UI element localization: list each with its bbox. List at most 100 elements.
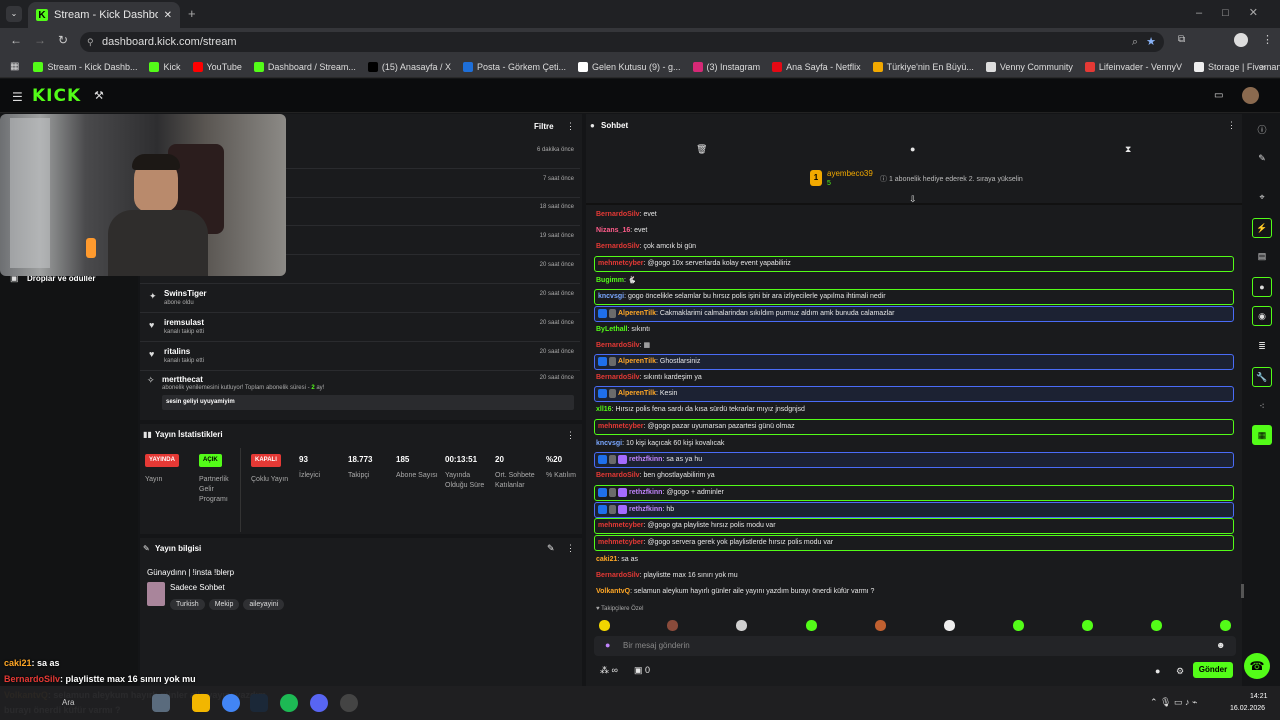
clock-time[interactable]: 14:21 [1250, 693, 1268, 700]
chat-username[interactable]: BernardoSilv [596, 211, 640, 218]
forward-icon[interactable]: → [34, 33, 46, 47]
tab-search-button[interactable]: ⌄ [6, 6, 22, 22]
category-name[interactable]: Sadece Sohbet [170, 583, 225, 592]
chat-settings-icon[interactable]: ⚙ [1176, 666, 1184, 677]
chat-username[interactable]: BernardoSilv [596, 374, 640, 381]
kick-logo[interactable]: KICK [32, 86, 81, 106]
chat-username[interactable]: kncvsgi [596, 440, 622, 447]
bookmark-item[interactable]: Lifeinvader - VennyV [1084, 61, 1182, 72]
quick-emote-icon[interactable] [1220, 620, 1231, 631]
stream-info-menu-icon[interactable]: ⋮ [566, 543, 575, 554]
quick-emote-icon[interactable] [599, 620, 610, 631]
hammer-icon[interactable]: ⚒ [94, 89, 104, 102]
bolt-icon[interactable]: ⚡ [1252, 218, 1272, 238]
bookmark-item[interactable]: Gelen Kutusu (9) - g... [578, 61, 681, 72]
tag-pill[interactable]: aileyayini [243, 599, 285, 610]
chat-username[interactable]: kncvsgi [598, 293, 624, 300]
chat-username[interactable]: caki21 [596, 556, 617, 563]
browser-menu-icon[interactable]: ⋮ [1262, 33, 1273, 46]
nodes-icon[interactable]: ⁖ [1252, 396, 1272, 416]
zoom-icon[interactable]: ⌕ [1132, 32, 1138, 52]
chat-username[interactable]: rethzfkinn [629, 489, 662, 496]
chat-username[interactable]: ByLethall [596, 326, 628, 333]
spotify-icon[interactable] [280, 694, 298, 712]
chat-settings-bubble-icon[interactable]: ● [910, 144, 915, 154]
bookmark-item[interactable]: Stream - Kick Dashb... [33, 61, 137, 72]
chat-username[interactable]: VolkantvQ [596, 588, 630, 595]
edit-stream-icon[interactable]: ✎ [547, 543, 555, 554]
bookmark-item[interactable]: Storage | Fivemanage [1193, 61, 1280, 72]
activity-username[interactable]: iremsulast [164, 318, 204, 327]
bookmark-item[interactable]: Kick [149, 61, 181, 72]
tool-icon[interactable]: 🔧 [1252, 367, 1272, 387]
quick-emote-icon[interactable] [944, 620, 955, 631]
bookmark-item[interactable]: Ana Sayfa - Netflix [772, 61, 861, 72]
reload-icon[interactable]: ↻ [58, 33, 68, 47]
send-button[interactable]: Gönder [1193, 662, 1233, 678]
chat-username[interactable]: mehmetcyber [598, 522, 644, 529]
bookmark-item[interactable]: Posta - Görkem Çeti... [462, 61, 566, 72]
bookmark-item[interactable]: (3) Instagram [692, 61, 760, 72]
address-bar[interactable]: ⚲ dashboard.kick.com/stream ⌕ ★ [80, 32, 1164, 52]
activity-menu-icon[interactable]: ⋮ [566, 121, 575, 132]
quick-emote-icon[interactable] [667, 620, 678, 631]
tag-pill[interactable]: Turkish [170, 599, 205, 610]
info-icon[interactable]: ⓘ [1252, 119, 1272, 139]
clock-date[interactable]: 16.02.2026 [1230, 705, 1265, 712]
pen-icon[interactable]: ✎ [1252, 148, 1272, 168]
quick-emote-icon[interactable] [1151, 620, 1162, 631]
quick-emote-icon[interactable] [1013, 620, 1024, 631]
chat-username[interactable]: BernardoSilv [596, 243, 640, 250]
tab-close-icon[interactable]: ✕ [164, 10, 172, 21]
filter-button[interactable]: Filtre [534, 122, 554, 131]
quick-emote-icon[interactable] [736, 620, 747, 631]
tab-kick-dashboard[interactable]: K Stream - Kick Dashboard ✕ [28, 2, 180, 28]
new-tab-button[interactable]: + [188, 6, 196, 21]
support-chat-icon[interactable]: ☎ [1244, 653, 1270, 679]
chat-username[interactable]: mehmetcyber [598, 260, 644, 267]
tray-icons[interactable]: ⌃ 🎙 ▭ ♪ ⌁ [1150, 697, 1197, 708]
trash-icon[interactable]: 🗑 [696, 144, 707, 155]
file-explorer-icon[interactable] [192, 694, 210, 712]
quick-emote-icon[interactable] [1082, 620, 1093, 631]
chat-username[interactable]: BernardoSilv [596, 472, 640, 479]
quick-emote-icon[interactable] [806, 620, 817, 631]
quick-emote-icon[interactable] [875, 620, 886, 631]
bookmark-item[interactable]: (15) Anasayfa / X [367, 61, 451, 72]
bookmark-item[interactable]: YouTube [192, 61, 242, 72]
chat-username[interactable]: AlperenTilk [618, 310, 656, 317]
category-thumbnail[interactable] [147, 582, 165, 606]
hourglass-icon[interactable]: ⧗ [1125, 144, 1131, 155]
chat-rail-icon[interactable]: ● [1252, 277, 1272, 297]
apps-icon[interactable]: ▦ [10, 61, 19, 72]
chat-username[interactable]: AlperenTilk [618, 358, 656, 365]
chat-username[interactable]: AlperenTilk [618, 390, 656, 397]
profile-avatar[interactable] [1234, 33, 1248, 47]
chat-username[interactable]: mehmetcyber [598, 539, 644, 546]
discord-icon[interactable] [310, 694, 328, 712]
chat-scrollbar[interactable] [1241, 584, 1244, 598]
stats-menu-icon[interactable]: ⋮ [566, 430, 575, 441]
crosshair-icon[interactable]: ⌖ [1252, 187, 1272, 207]
user-avatar[interactable] [1242, 87, 1259, 104]
activity-username[interactable]: SwinsTiger [164, 289, 207, 298]
bookmark-star-icon[interactable]: ★ [1146, 32, 1156, 52]
bookmark-item[interactable]: Türkiye'nin En Büyü... [872, 61, 974, 72]
layers-icon[interactable]: ≣ [1252, 336, 1272, 356]
chat-username[interactable]: rethzfkinn [629, 456, 662, 463]
mic-icon[interactable]: ● [605, 640, 610, 650]
chat-menu-icon[interactable]: ⋮ [1227, 120, 1236, 131]
extensions-icon[interactable]: ⧉ [1178, 34, 1185, 45]
chat-username[interactable]: rethzfkinn [629, 506, 662, 513]
chat-emote-icon[interactable]: ● [1155, 666, 1160, 676]
hamburger-menu-icon[interactable]: ☰ [12, 90, 23, 104]
broadcast-icon[interactable]: ◉ [1252, 306, 1272, 326]
emoji-picker-icon[interactable]: ☻ [1216, 640, 1225, 650]
note-icon[interactable]: ▤ [1252, 246, 1272, 266]
back-icon[interactable]: ← [10, 33, 22, 47]
chat-input[interactable]: ● Bir mesaj gönderin ☻ [594, 636, 1236, 656]
redeem-count[interactable]: ▣ 0 [634, 665, 650, 676]
taskbar-app-icon[interactable] [152, 694, 170, 712]
chat-username[interactable]: mehmetcyber [598, 423, 644, 430]
chat-username[interactable]: xll16 [596, 406, 612, 413]
